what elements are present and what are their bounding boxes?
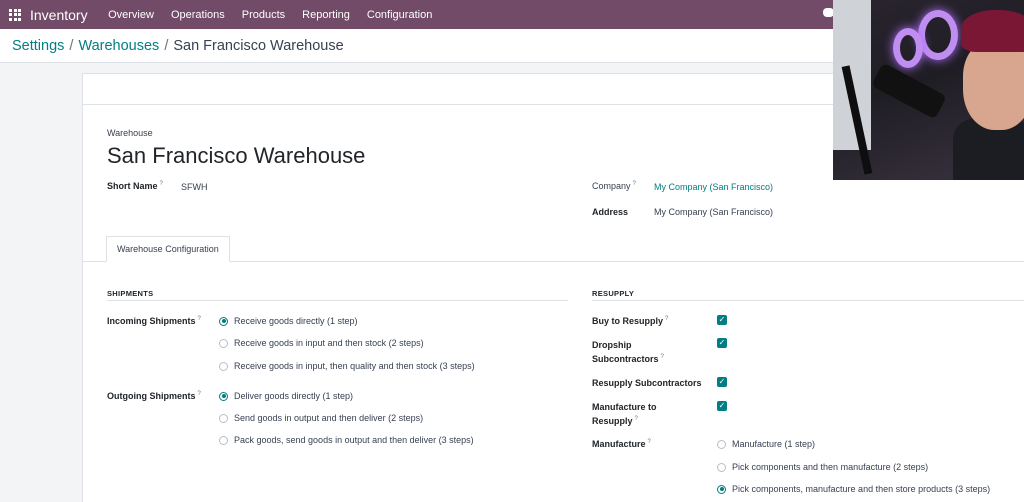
resupply-subcontractors-label: Resupply Subcontractors [592, 378, 702, 388]
help-icon[interactable]: ? [635, 416, 638, 422]
breadcrumb-settings[interactable]: Settings [12, 38, 64, 54]
option-label: Pick components, manufacture and then st… [732, 484, 991, 494]
dropship-subcontractors-label: Dropship [592, 340, 632, 350]
manufacture-label: Manufacture? [592, 439, 651, 449]
incoming-option-3[interactable]: Receive goods in input, then quality and… [219, 361, 475, 371]
option-label: Receive goods directly (1 step) [234, 316, 358, 326]
breadcrumb-current: San Francisco Warehouse [173, 38, 344, 54]
resupply-subcontractors-checkbox[interactable]: ✓ [717, 377, 727, 387]
outgoing-option-3[interactable]: Pack goods, send goods in output and the… [219, 435, 474, 445]
incoming-option-1[interactable]: Receive goods directly (1 step) [219, 316, 358, 326]
outgoing-option-2[interactable]: Send goods in output and then deliver (2… [219, 413, 423, 423]
radio-selected[interactable] [219, 316, 228, 326]
help-icon[interactable]: ? [661, 354, 664, 360]
webcam-person-cap [961, 10, 1024, 52]
section-divider [592, 300, 1024, 301]
manufacture-option-1[interactable]: Manufacture (1 step) [717, 439, 815, 449]
breadcrumb: Settings / Warehouses / San Francisco Wareho… [12, 38, 344, 54]
incoming-shipments-label-text: Incoming Shipments [107, 316, 196, 326]
help-icon[interactable]: ? [633, 181, 636, 187]
warehouse-name-field[interactable]: San Francisco Warehouse [107, 143, 365, 169]
menu-overview[interactable]: Overview [108, 9, 154, 21]
buy-to-resupply-label: Buy to Resupply? [592, 316, 668, 326]
breadcrumb-separator: / [69, 38, 74, 54]
radio-selected[interactable] [219, 391, 228, 401]
dropship-subcontractors-checkbox[interactable]: ✓ [717, 338, 727, 348]
apps-grid-icon[interactable] [9, 8, 21, 21]
manufacture-to-resupply-label-line2: Resupply? [592, 416, 638, 426]
webcam-neon-sign [893, 28, 923, 68]
menu-operations[interactable]: Operations [171, 9, 225, 21]
help-icon[interactable]: ? [198, 391, 201, 397]
incoming-option-2[interactable]: Receive goods in input and then stock (2… [219, 338, 424, 348]
manufacture-to-resupply-checkbox[interactable]: ✓ [717, 401, 727, 411]
radio-unselected[interactable] [219, 338, 228, 348]
menu-configuration[interactable]: Configuration [367, 9, 432, 21]
company-label-text: Company [592, 181, 631, 191]
short-name-field[interactable]: SFWH [181, 182, 208, 192]
webcam-neon-sign [918, 10, 958, 60]
tab-warehouse-configuration[interactable]: Warehouse Configuration [106, 236, 230, 262]
radio-selected[interactable] [717, 484, 726, 494]
menu-reporting[interactable]: Reporting [302, 9, 350, 21]
company-field[interactable]: My Company (San Francisco) [654, 182, 773, 192]
manufacture-to-label-text: Resupply [592, 416, 633, 426]
short-name-label-text: Short Name [107, 181, 158, 191]
record-type-label: Warehouse [107, 128, 153, 138]
help-icon[interactable]: ? [160, 181, 163, 187]
manufacture-option-2[interactable]: Pick components and then manufacture (2 … [717, 462, 928, 472]
webcam-person-face [963, 40, 1024, 130]
option-label: Pick components and then manufacture (2 … [732, 462, 929, 472]
webcam-acoustic-panel [833, 0, 871, 150]
company-label: Company? [592, 181, 636, 191]
radio-unselected[interactable] [219, 361, 228, 371]
option-label: Manufacture (1 step) [732, 439, 816, 449]
webcam-microphone [871, 62, 947, 120]
section-divider [107, 300, 568, 301]
buy-to-resupply-checkbox[interactable]: ✓ [717, 315, 727, 325]
webcam-overlay [833, 0, 1024, 180]
dropship-label-text: Subcontractors [592, 354, 659, 364]
option-label: Receive goods in input, then quality and… [234, 361, 475, 371]
help-icon[interactable]: ? [665, 316, 668, 322]
short-name-label: Short Name? [107, 181, 163, 191]
outgoing-shipments-label-text: Outgoing Shipments [107, 391, 196, 401]
dropship-subcontractors-label-line2: Subcontractors? [592, 354, 664, 364]
shipments-section-title: SHIPMENTS [107, 289, 154, 298]
option-label: Receive goods in input and then stock (2… [234, 338, 424, 348]
option-label: Pack goods, send goods in output and the… [234, 435, 474, 445]
buy-to-resupply-label-text: Buy to Resupply [592, 316, 664, 326]
help-icon[interactable]: ? [198, 316, 201, 322]
option-label: Send goods in output and then deliver (2… [234, 413, 424, 423]
menu-products[interactable]: Products [242, 9, 285, 21]
radio-unselected[interactable] [219, 435, 228, 445]
incoming-shipments-label: Incoming Shipments? [107, 316, 201, 326]
outgoing-option-1[interactable]: Deliver goods directly (1 step) [219, 391, 353, 401]
app-name[interactable]: Inventory [30, 7, 88, 23]
outgoing-shipments-label: Outgoing Shipments? [107, 391, 201, 401]
radio-unselected[interactable] [717, 462, 726, 472]
radio-unselected[interactable] [219, 413, 228, 423]
breadcrumb-separator: / [164, 38, 169, 54]
option-label: Deliver goods directly (1 step) [234, 391, 354, 401]
resupply-section-title: RESUPPLY [592, 289, 635, 298]
breadcrumb-warehouses[interactable]: Warehouses [78, 38, 159, 54]
manufacture-to-resupply-label: Manufacture to [592, 402, 657, 412]
radio-unselected[interactable] [717, 439, 726, 449]
manufacture-option-3[interactable]: Pick components, manufacture and then st… [717, 484, 990, 494]
manufacture-label-text: Manufacture [592, 439, 646, 449]
address-label: Address [592, 207, 629, 217]
help-icon[interactable]: ? [648, 439, 651, 445]
address-field[interactable]: My Company (San Francisco) [654, 207, 773, 217]
